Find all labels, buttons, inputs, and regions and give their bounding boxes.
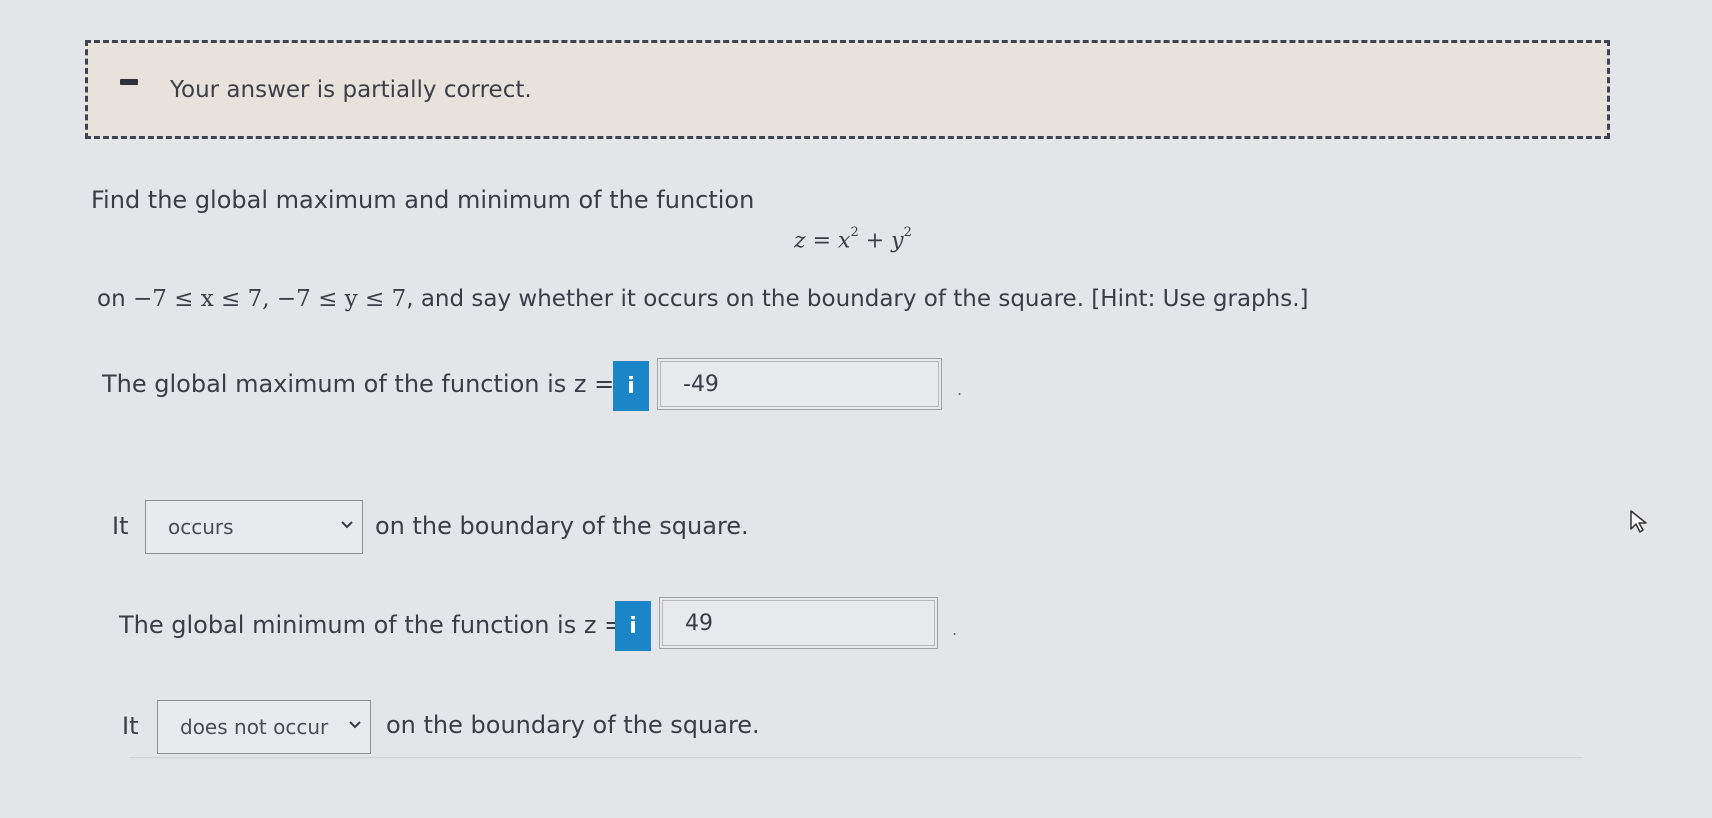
next-section-panel: [130, 757, 1582, 818]
equation-exponent-x: 2: [850, 225, 859, 240]
equation-lhs: z: [794, 228, 806, 254]
equation-exponent-y: 2: [903, 225, 912, 240]
max-label: The global maximum of the function is z …: [102, 370, 615, 398]
min-boundary-suffix: on the boundary of the square.: [386, 711, 760, 739]
min-label: The global minimum of the function is z …: [119, 611, 625, 639]
partial-correct-icon: [120, 79, 138, 85]
feedback-message: Your answer is partially correct.: [170, 77, 532, 103]
min-answer-value[interactable]: 49: [662, 600, 935, 646]
max-answer-value[interactable]: -49: [660, 361, 939, 407]
domain-constraint: on −7 ≤ x ≤ 7, −7 ≤ y ≤ 7, and say wheth…: [97, 286, 1309, 312]
equation-plus: +: [865, 228, 885, 254]
max-answer-field[interactable]: -49: [657, 358, 942, 410]
min-boundary-select[interactable]: does not occur: [157, 700, 371, 754]
chevron-down-icon: [341, 521, 353, 529]
question-prompt: Find the global maximum and minimum of t…: [91, 186, 755, 214]
min-trailing-period: .: [952, 620, 958, 639]
equation-term-y: y: [891, 228, 904, 254]
constraint-inequalities: −7 ≤ x ≤ 7, −7 ≤ y ≤ 7: [132, 286, 407, 312]
equation-term-x: x: [838, 228, 851, 254]
max-info-icon[interactable]: i: [613, 361, 649, 411]
function-equation: z = x2 + y2: [794, 225, 912, 254]
max-boundary-select[interactable]: occurs: [145, 500, 363, 554]
min-info-icon[interactable]: i: [615, 601, 651, 651]
min-boundary-prefix: It: [122, 712, 139, 740]
min-answer-field[interactable]: 49: [659, 597, 938, 649]
equation-equals: =: [812, 228, 832, 254]
max-boundary-selected: occurs: [168, 515, 234, 539]
max-boundary-suffix: on the boundary of the square.: [375, 512, 749, 540]
mouse-cursor-icon: [1630, 510, 1647, 533]
max-trailing-period: .: [957, 380, 963, 399]
max-boundary-prefix: It: [112, 512, 129, 540]
feedback-banner: Your answer is partially correct.: [85, 40, 1610, 139]
chevron-down-icon: [349, 721, 361, 729]
constraint-suffix: , and say whether it occurs on the bound…: [406, 286, 1309, 312]
min-boundary-selected: does not occur: [180, 715, 329, 739]
constraint-prefix: on: [97, 286, 133, 312]
